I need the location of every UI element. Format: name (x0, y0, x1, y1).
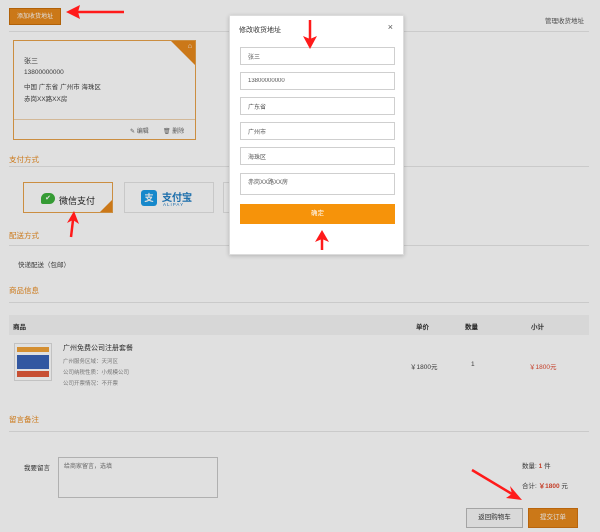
annotation-arrow-icon (66, 5, 124, 19)
close-icon[interactable]: × (388, 22, 393, 32)
annotation-arrow-icon (67, 211, 79, 238)
phone-field[interactable] (240, 72, 395, 90)
annotation-arrow-icon (315, 230, 329, 250)
detail-address-field[interactable]: 赤岗XX路XX房 (240, 173, 395, 195)
modal-title: 修改收货地址 (239, 27, 281, 34)
province-field[interactable] (240, 97, 395, 115)
district-field[interactable] (240, 147, 395, 165)
confirm-button[interactable]: 确定 (240, 204, 395, 224)
annotation-arrow-icon (303, 20, 317, 49)
annotation-arrow-icon (471, 468, 522, 500)
edit-address-modal: 修改收货地址 × 赤岗XX路XX房 确定 (229, 15, 404, 255)
city-field[interactable] (240, 122, 395, 140)
